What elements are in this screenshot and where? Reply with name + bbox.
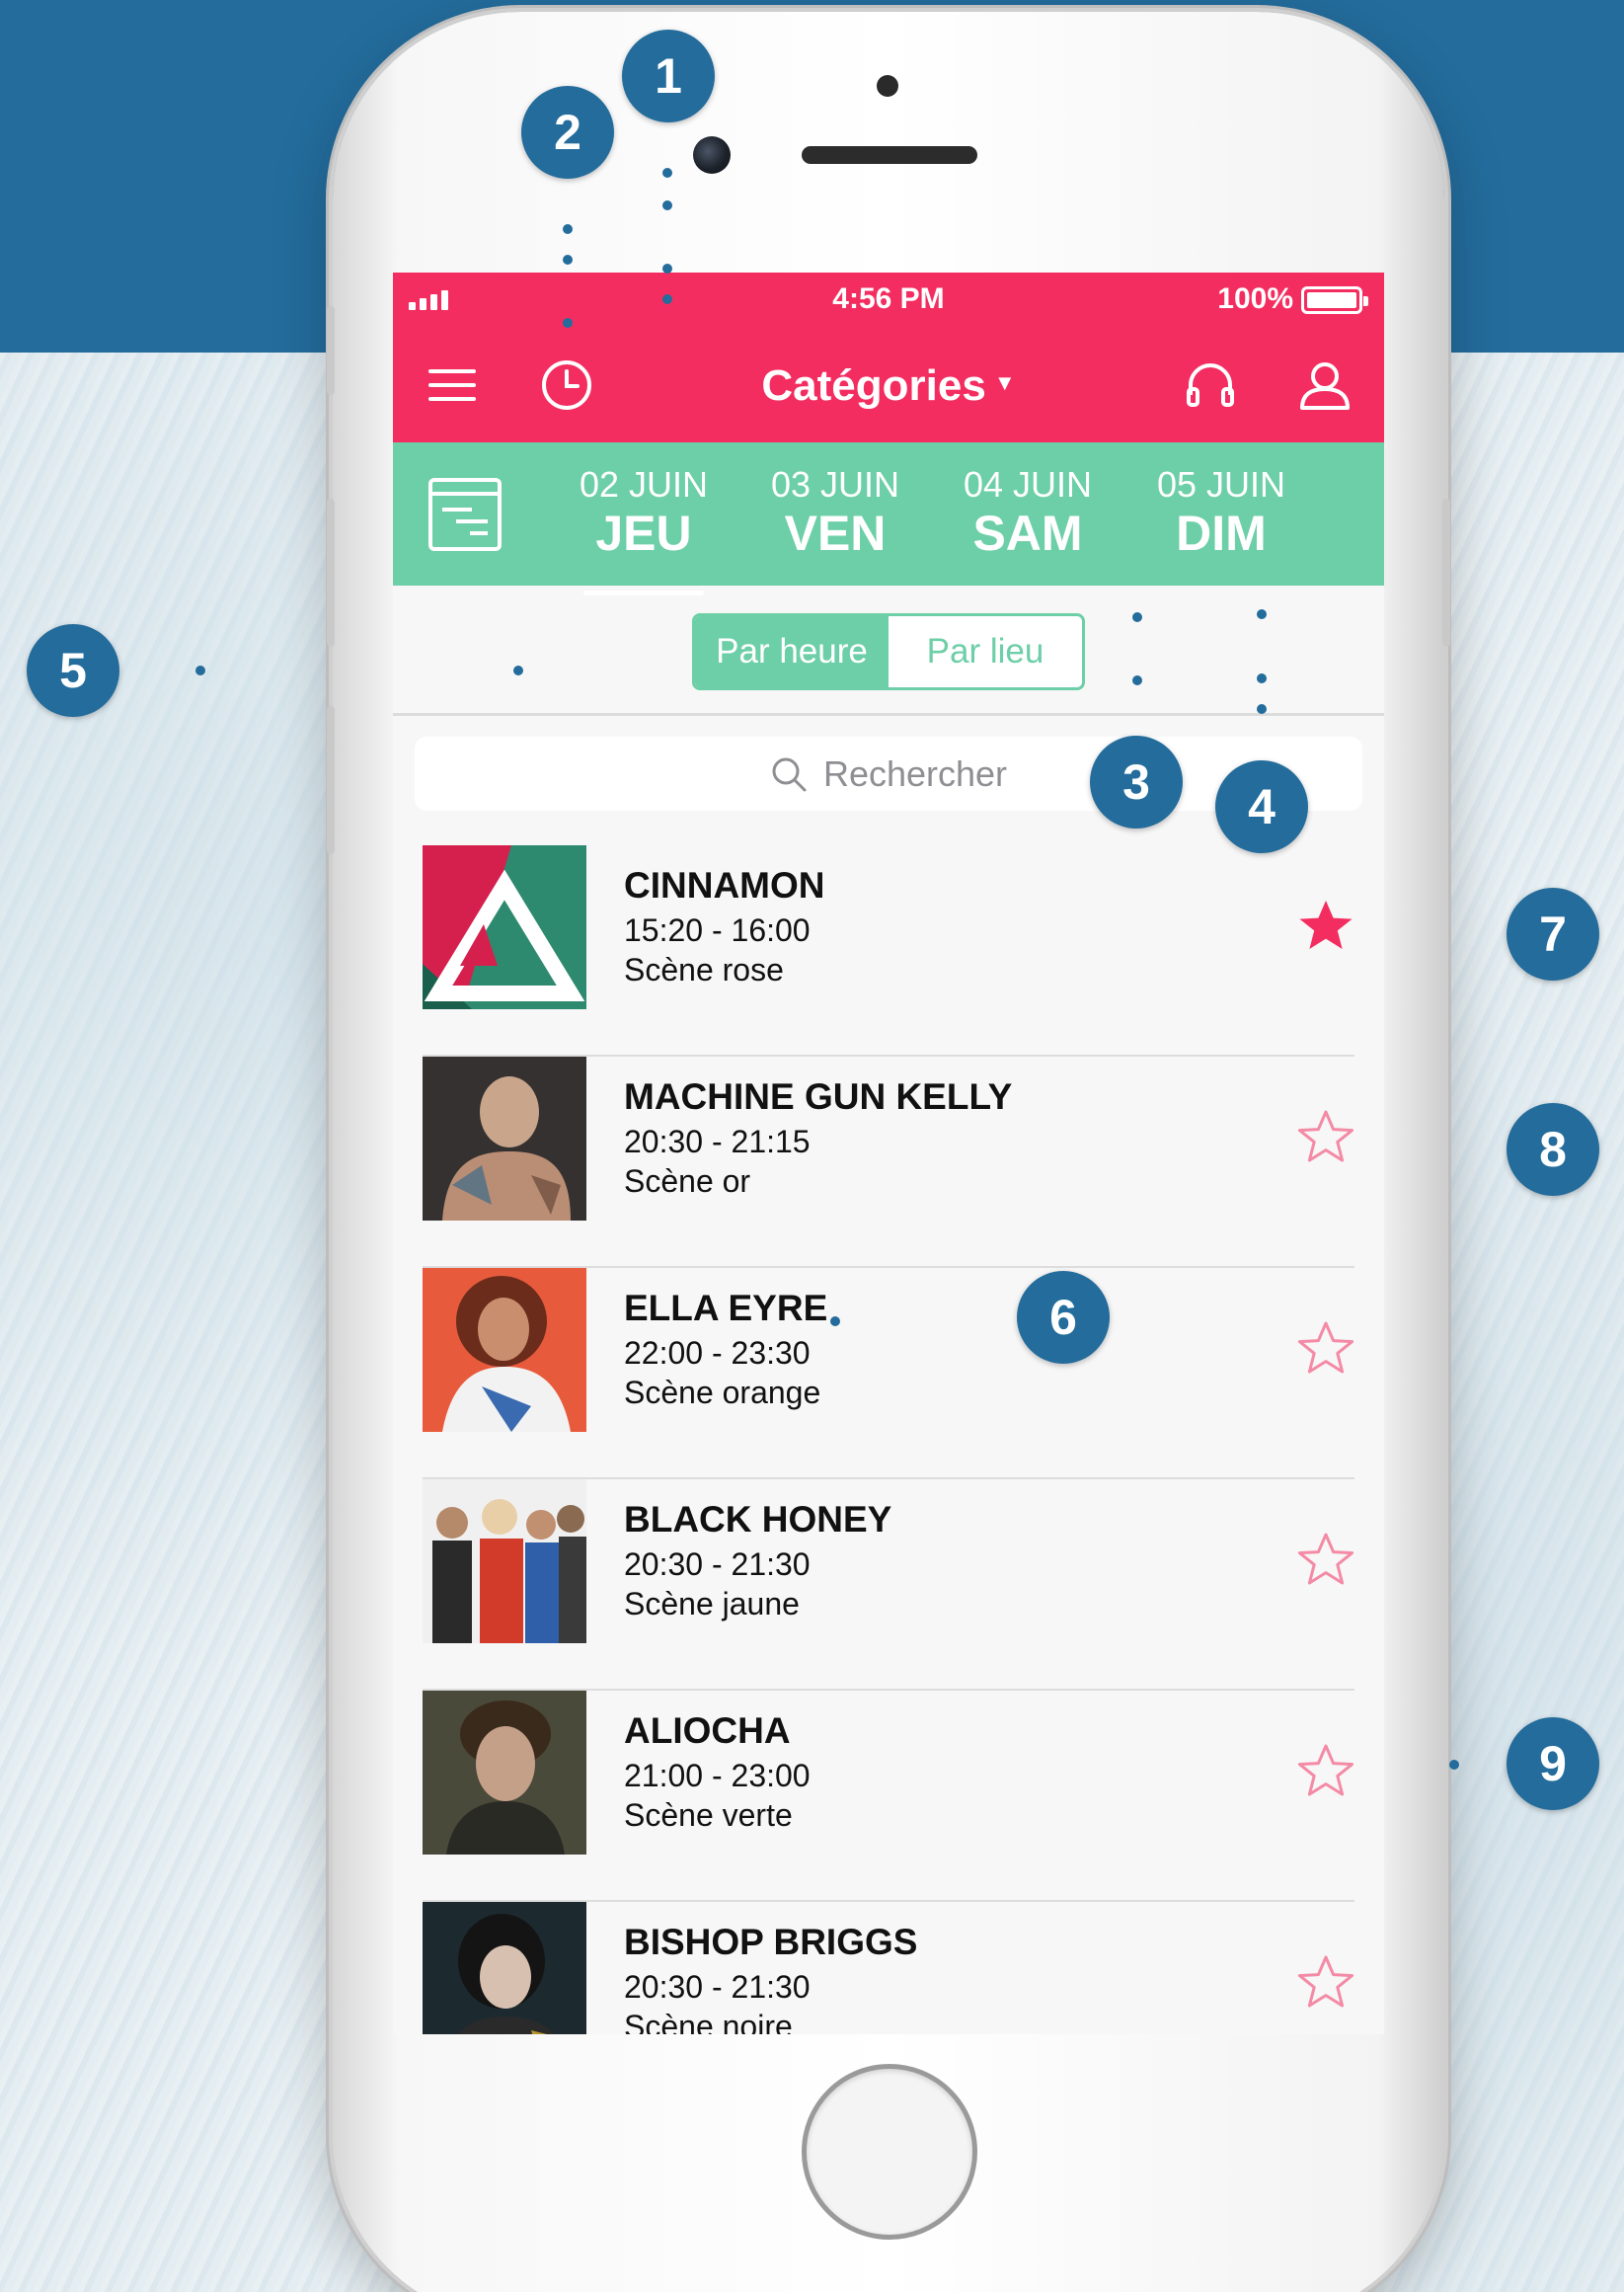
user-icon[interactable] (1297, 357, 1353, 413)
star-icon[interactable] (1296, 1319, 1355, 1379)
annotation-dot (830, 1316, 840, 1326)
volume-up-button (327, 499, 335, 647)
artist-name: ELLA EYRE (624, 1288, 828, 1328)
artist-time: 22:00 - 23:30 (624, 1335, 811, 1371)
artist-stage: Scène verte (624, 1797, 793, 1833)
annotation-badge-5: 5 (27, 624, 119, 717)
annotation-badge-4: 4 (1215, 760, 1308, 853)
annotation-badge-3: 3 (1090, 736, 1183, 829)
search-icon (772, 757, 807, 791)
front-camera (693, 136, 731, 174)
page-title: Catégories (761, 361, 986, 410)
annotation-dot (1257, 704, 1267, 714)
annotation-dot (513, 666, 523, 675)
app-screen: 4:56 PM 100% Catégories ▼ 02 JUIN JEU 03… (393, 273, 1384, 2034)
artist-stage: Scène jaune (624, 1586, 800, 1621)
artist-time: 20:30 - 21:30 (624, 1546, 811, 1582)
artist-name: MACHINE GUN KELLY (624, 1076, 1013, 1117)
artist-stage: Scène orange (624, 1375, 821, 1410)
program-icon[interactable] (426, 476, 503, 553)
power-button (1442, 499, 1450, 647)
artist-name: ALIOCHA (624, 1710, 791, 1751)
proximity-sensor (877, 75, 898, 97)
annotation-badge-6: 6 (1017, 1271, 1110, 1364)
home-button[interactable] (802, 2064, 977, 2240)
artist-list: CINNAMON 15:20 - 16:00 Scène rose MACHIN… (393, 845, 1384, 2034)
artist-photo (423, 1902, 586, 2034)
artist-row[interactable]: MACHINE GUN KELLY 20:30 - 21:15 Scène or (393, 1057, 1384, 1268)
star-icon[interactable] (1296, 897, 1355, 956)
artist-time: 15:20 - 16:00 (624, 912, 811, 948)
artist-stage: Scène or (624, 1163, 751, 1199)
artist-row[interactable]: ELLA EYRE 22:00 - 23:30 Scène orange (393, 1268, 1384, 1479)
annotation-dot (1132, 612, 1142, 622)
star-icon[interactable] (1296, 1742, 1355, 1801)
artist-row[interactable]: ALIOCHA 21:00 - 23:00 Scène verte (393, 1691, 1384, 1902)
search-placeholder: Rechercher (822, 752, 1008, 794)
day-tab-0[interactable]: 02 JUIN JEU (570, 464, 718, 595)
status-bar: 4:56 PM 100% (393, 273, 1384, 328)
artist-photo (423, 845, 586, 1009)
annotation-dot (195, 666, 205, 675)
day-selector: 02 JUIN JEU 03 JUIN VEN 04 JUIN SAM 05 J… (393, 442, 1384, 595)
artist-stage: Scène noire (624, 2009, 793, 2034)
annotation-badge-7: 7 (1507, 888, 1599, 981)
annotation-dot (662, 264, 672, 274)
annotation-dot (563, 318, 573, 328)
artist-row[interactable]: BISHOP BRIGGS 20:30 - 21:30 Scène noire (393, 1902, 1384, 2034)
annotation-dot (1449, 1760, 1459, 1770)
headphones-icon[interactable] (1183, 357, 1238, 413)
artist-stage: Scène rose (624, 952, 784, 988)
divider (393, 713, 1384, 716)
artist-photo (423, 1479, 586, 1643)
annotation-dot (662, 168, 672, 178)
day-tab-1[interactable]: 03 JUIN VEN (761, 464, 909, 561)
star-icon[interactable] (1296, 1108, 1355, 1167)
artist-name: BLACK HONEY (624, 1499, 892, 1540)
annotation-badge-1: 1 (622, 30, 715, 122)
artist-name: CINNAMON (624, 865, 825, 906)
artist-row[interactable]: CINNAMON 15:20 - 16:00 Scène rose (393, 845, 1384, 1057)
artist-photo (423, 1268, 586, 1432)
artist-photo (423, 1691, 586, 1855)
by-place-toggle[interactable]: Par lieu (889, 616, 1082, 687)
battery-percentage: 100% (1217, 282, 1293, 315)
annotation-badge-8: 8 (1507, 1103, 1599, 1196)
by-time-toggle[interactable]: Par heure (695, 616, 889, 687)
artist-time: 20:30 - 21:15 (624, 1124, 811, 1159)
app-header: Catégories ▼ (393, 328, 1384, 442)
artist-time: 20:30 - 21:30 (624, 1969, 811, 2005)
annotation-dot (1132, 675, 1142, 685)
volume-down-button (327, 706, 335, 854)
annotation-dot (1257, 609, 1267, 619)
dropdown-caret-icon: ▼ (993, 370, 1016, 395)
annotation-dot (563, 224, 573, 234)
artist-row[interactable]: BLACK HONEY 20:30 - 21:30 Scène jaune (393, 1479, 1384, 1691)
star-icon[interactable] (1296, 1531, 1355, 1590)
annotation-badge-2: 2 (521, 86, 614, 179)
artist-time: 21:00 - 23:00 (624, 1758, 811, 1793)
day-tab-2[interactable]: 04 JUIN SAM (954, 464, 1102, 561)
artist-photo (423, 1057, 586, 1221)
view-toggle: Par heure Par lieu (692, 613, 1085, 690)
star-icon[interactable] (1296, 1953, 1355, 2013)
annotation-dot (662, 294, 672, 304)
battery-icon (1301, 286, 1368, 314)
annotation-dot (1257, 673, 1267, 683)
annotation-badge-9: 9 (1507, 1717, 1599, 1810)
earpiece-speaker (802, 146, 977, 164)
day-tab-3[interactable]: 05 JUIN DIM (1147, 464, 1295, 561)
annotation-dot (563, 255, 573, 265)
artist-name: BISHOP BRIGGS (624, 1922, 918, 1962)
mute-switch (327, 306, 335, 395)
annotation-dot (662, 200, 672, 210)
